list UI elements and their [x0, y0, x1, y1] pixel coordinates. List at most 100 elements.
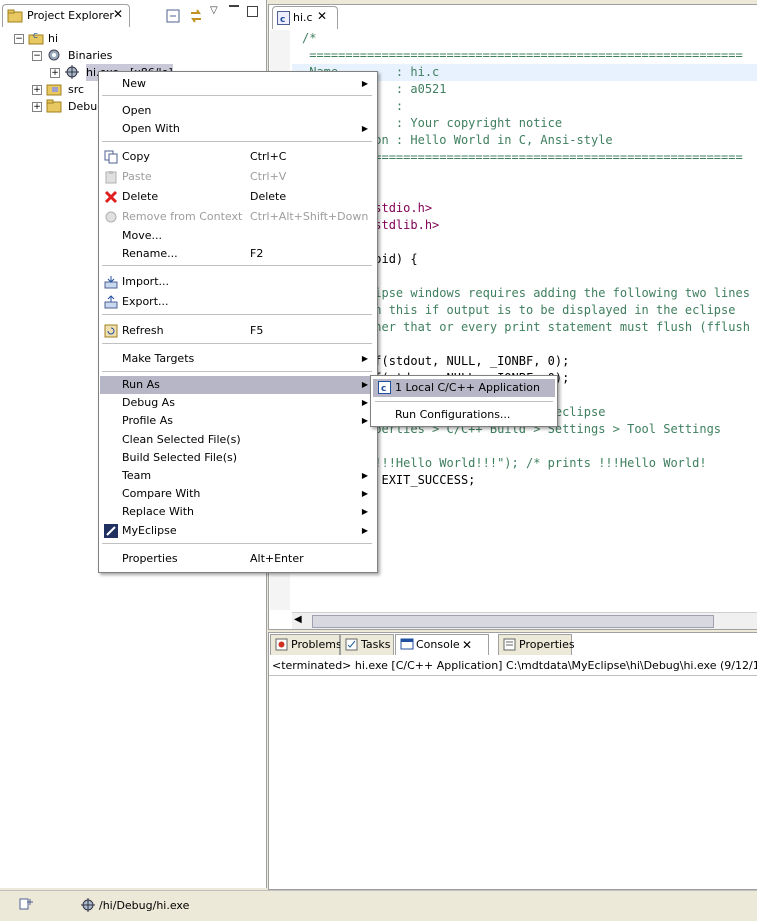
menu-item-label: Rename...	[122, 247, 178, 260]
menu-item-remove-from-context[interactable]: Remove from Context Ctrl+Alt+Shift+Down	[100, 208, 374, 226]
menu-item-shortcut: Alt+Enter	[250, 552, 304, 565]
tab-tasks[interactable]: Tasks	[340, 634, 394, 655]
menu-item-label: Profile As	[122, 414, 173, 427]
menu-item-properties[interactable]: Properties Alt+Enter	[100, 550, 374, 568]
fast-view-icon[interactable]	[18, 896, 34, 912]
link-editor-icon[interactable]	[188, 8, 204, 24]
source-folder-icon	[46, 81, 62, 97]
menu-item-myeclipse[interactable]: MyEclipse ▶	[100, 522, 374, 540]
project-icon: C	[28, 30, 44, 46]
menu-item-move[interactable]: Move...	[100, 227, 374, 245]
submenu-arrow-icon: ▶	[361, 416, 368, 425]
myeclipse-icon	[104, 524, 118, 538]
menu-item-paste[interactable]: Paste Ctrl+V	[100, 168, 374, 186]
svg-text:c: c	[381, 384, 386, 394]
menu-item-shortcut: Delete	[250, 190, 287, 203]
close-icon[interactable]: ✕	[462, 635, 472, 655]
folder-icon	[46, 98, 62, 114]
menu-item-make-targets[interactable]: Make Targets ▶	[100, 350, 374, 368]
menu-item-delete[interactable]: Delete Delete	[100, 188, 374, 206]
menu-item-export[interactable]: Export...	[100, 293, 374, 311]
menu-item-clean-selected-file-s[interactable]: Clean Selected File(s)	[100, 431, 374, 449]
menu-item-shortcut: Ctrl+Alt+Shift+Down	[250, 210, 369, 223]
submenu-arrow-icon: ▶	[361, 354, 368, 363]
folder-icon	[7, 8, 23, 24]
close-icon[interactable]: ✕	[317, 9, 327, 23]
tab-label: Project Explorer	[27, 9, 114, 22]
menu-item-new[interactable]: New ▶	[100, 75, 374, 93]
menu-item-label: Run Configurations...	[395, 408, 511, 421]
menu-item-label: Run As	[122, 378, 160, 391]
menu-item-label: New	[122, 77, 146, 90]
tab-label: hi.c	[293, 11, 313, 24]
binaries-icon	[46, 47, 62, 63]
scrollbar-thumb[interactable]	[312, 615, 714, 628]
console-icon	[400, 638, 414, 651]
menu-separator	[102, 371, 372, 372]
menu-item-copy[interactable]: Copy Ctrl+C	[100, 148, 374, 166]
menu-item-label: Debug As	[122, 396, 175, 409]
menu-item-label: Refresh	[122, 324, 164, 337]
problems-icon	[275, 638, 288, 651]
maximize-icon[interactable]	[247, 6, 258, 17]
expand-toggle-icon[interactable]: +	[32, 85, 42, 95]
menu-item-rename[interactable]: Rename... F2	[100, 245, 374, 263]
tab-properties[interactable]: Properties	[498, 634, 575, 655]
menu-item-profile-as[interactable]: Profile As ▶	[100, 412, 374, 430]
code-line: ========================================…	[302, 48, 743, 62]
refresh-icon	[104, 324, 118, 338]
menu-item-compare-with[interactable]: Compare With ▶	[100, 485, 374, 503]
menu-item-label: Clean Selected File(s)	[122, 433, 241, 446]
collapse-toggle-icon[interactable]: −	[14, 34, 24, 44]
menu-separator	[102, 95, 372, 96]
menu-item-import[interactable]: Import...	[100, 273, 374, 291]
menu-item-run-configurations[interactable]: Run Configurations...	[373, 406, 555, 424]
menu-item-replace-with[interactable]: Replace With ▶	[100, 503, 374, 521]
tab-problems[interactable]: Problems	[270, 634, 342, 655]
menu-item-label: Team	[122, 469, 152, 482]
menu-separator	[375, 401, 553, 402]
collapse-all-icon[interactable]	[166, 9, 180, 23]
menu-item-open[interactable]: Open	[100, 102, 374, 120]
tab-console[interactable]: Console ✕	[395, 634, 489, 655]
submenu-arrow-icon: ▶	[361, 526, 368, 535]
export-icon	[104, 295, 118, 309]
menu-item-run-as[interactable]: Run As ▶	[100, 376, 374, 394]
menu-item-debug-as[interactable]: Debug As ▶	[100, 394, 374, 412]
console-status-line: <terminated> hi.exe [C/C++ Application] …	[269, 656, 757, 676]
tree-label: Binaries	[68, 49, 113, 62]
c-file-icon: c	[277, 11, 290, 25]
collapse-toggle-icon[interactable]: −	[32, 51, 42, 61]
menu-item-label: Compare With	[122, 487, 201, 500]
copy-icon	[104, 150, 118, 164]
run-as-submenu: c 1 Local C/C++ Application Run Configur…	[370, 375, 558, 427]
menu-item-build-selected-file-s[interactable]: Build Selected File(s)	[100, 449, 374, 467]
scroll-left-icon[interactable]: ◀	[294, 614, 302, 625]
menu-item-label: Delete	[122, 190, 159, 203]
expand-toggle-icon[interactable]: +	[50, 68, 60, 78]
delete-icon	[104, 190, 118, 204]
minimize-icon[interactable]	[229, 3, 239, 7]
tab-project-explorer[interactable]: Project Explorer ✕	[2, 4, 130, 27]
svg-text:c: c	[280, 15, 285, 25]
menu-item-refresh[interactable]: Refresh F5	[100, 322, 374, 340]
close-icon[interactable]: ✕	[113, 7, 123, 21]
menu-item-local-c-app[interactable]: c 1 Local C/C++ Application	[373, 379, 555, 397]
menu-item-label: Move...	[122, 229, 162, 242]
submenu-arrow-icon: ▶	[361, 380, 368, 389]
expand-toggle-icon[interactable]: +	[32, 102, 42, 112]
menu-item-label: Export...	[122, 295, 169, 308]
menu-item-team[interactable]: Team ▶	[100, 467, 374, 485]
menu-item-shortcut: Ctrl+V	[250, 170, 287, 183]
menu-item-label: Copy	[122, 150, 150, 163]
menu-item-label: Open With	[122, 122, 180, 135]
tab-label: Problems	[291, 638, 342, 651]
menu-item-open-with[interactable]: Open With ▶	[100, 120, 374, 138]
menu-item-label: Replace With	[122, 505, 194, 518]
horizontal-scrollbar[interactable]: ◀	[292, 612, 757, 629]
submenu-arrow-icon: ▶	[361, 79, 368, 88]
tab-hi-c[interactable]: c hi.c ✕	[272, 6, 338, 29]
menu-separator	[102, 343, 372, 344]
c-application-icon: c	[378, 381, 391, 394]
view-menu-icon[interactable]: ▽	[210, 5, 218, 16]
